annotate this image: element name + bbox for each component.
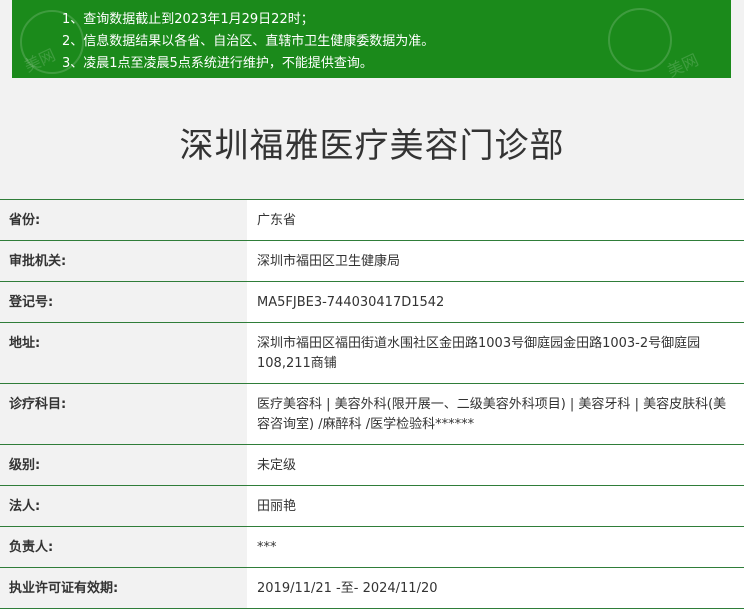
info-table: 省份: 广东省 审批机关: 深圳市福田区卫生健康局 登记号: MA5FJBE3-…: [0, 199, 744, 609]
info-label: 级别:: [0, 445, 247, 485]
info-row-person-in-charge: 负责人: ***: [0, 527, 744, 568]
info-label: 负责人:: [0, 527, 247, 567]
info-label: 地址:: [0, 323, 247, 383]
notice-line-3: 3、凌晨1点至凌晨5点系统进行维护，不能提供查询。: [62, 56, 373, 71]
info-value: 未定级: [247, 445, 744, 485]
info-row-province: 省份: 广东省: [0, 200, 744, 241]
info-label: 执业许可证有效期:: [0, 568, 247, 608]
info-value: 深圳市福田区卫生健康局: [247, 241, 744, 281]
notice-line-2: 2、信息数据结果以各省、自治区、直辖市卫生健康委数据为准。: [62, 34, 435, 49]
info-value: ***: [247, 527, 744, 567]
info-row-license-validity: 执业许可证有效期: 2019/11/21 -至- 2024/11/20: [0, 568, 744, 609]
page-title: 深圳福雅医疗美容门诊部: [179, 126, 565, 166]
info-row-address: 地址: 深圳市福田区福田街道水围社区金田路1003号御庭园金田路1003-2号御…: [0, 323, 744, 384]
info-row-departments: 诊疗科目: 医疗美容科 | 美容外科(限开展一、二级美容外科项目) | 美容牙科…: [0, 384, 744, 445]
info-row-level: 级别: 未定级: [0, 445, 744, 486]
info-value: 广东省: [247, 200, 744, 240]
info-row-authority: 审批机关: 深圳市福田区卫生健康局: [0, 241, 744, 282]
info-label: 诊疗科目:: [0, 384, 247, 444]
info-label: 省份:: [0, 200, 247, 240]
info-value: 2019/11/21 -至- 2024/11/20: [247, 568, 744, 608]
info-value: 医疗美容科 | 美容外科(限开展一、二级美容外科项目) | 美容牙科 | 美容皮…: [247, 384, 744, 444]
notice-banner: 美网 美网 1、查询数据截止到2023年1月29日22时； 2、信息数据结果以各…: [12, 0, 731, 78]
info-row-legal-person: 法人: 田丽艳: [0, 486, 744, 527]
info-value: MA5FJBE3-744030417D1542: [247, 282, 744, 322]
info-label: 审批机关:: [0, 241, 247, 281]
info-row-registration-number: 登记号: MA5FJBE3-744030417D1542: [0, 282, 744, 323]
info-label: 法人:: [0, 486, 247, 526]
info-value: 田丽艳: [247, 486, 744, 526]
info-value: 深圳市福田区福田街道水围社区金田路1003号御庭园金田路1003-2号御庭园10…: [247, 323, 744, 383]
info-label: 登记号:: [0, 282, 247, 322]
notice-line-1: 1、查询数据截止到2023年1月29日22时；: [62, 12, 314, 27]
